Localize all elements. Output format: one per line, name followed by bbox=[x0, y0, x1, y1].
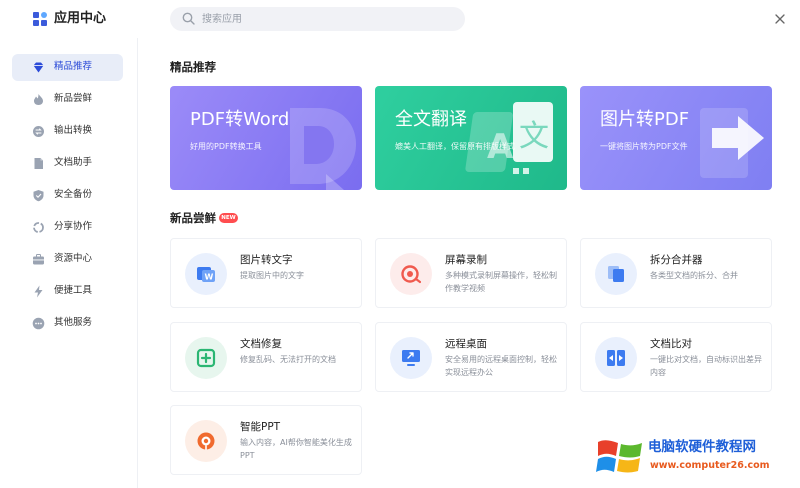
card-split-merge[interactable]: 拆分合并器 各类型文档的拆分、合并 bbox=[580, 238, 772, 308]
banner-full-translation[interactable]: A 文 全文翻译 媲美人工翻译，保留原有排版样式 bbox=[375, 86, 567, 190]
ppt-icon bbox=[185, 420, 227, 462]
watermark-text: 电脑软硬件教程网 bbox=[648, 439, 756, 455]
split-merge-icon bbox=[595, 253, 637, 295]
svg-text:W: W bbox=[205, 273, 214, 282]
search-icon bbox=[182, 12, 195, 25]
card-remote-desktop[interactable]: 远程桌面 安全易用的远程桌面控制，轻松实现远程办公 bbox=[375, 322, 567, 392]
banner-title: PDF转Word bbox=[190, 109, 290, 130]
sidebar-item-label: 精品推荐 bbox=[54, 61, 93, 72]
card-doc-repair[interactable]: 文档修复 修复乱码、无法打开的文档 bbox=[170, 322, 362, 392]
briefcase-icon bbox=[33, 254, 44, 265]
app-logo-icon bbox=[33, 12, 48, 27]
search-input[interactable] bbox=[202, 10, 452, 28]
repair-icon bbox=[185, 337, 227, 379]
sidebar-item-backup[interactable]: 安全备份 bbox=[12, 182, 123, 209]
pdf-to-word-art-icon bbox=[290, 108, 356, 190]
banner-subtitle: 媲美人工翻译，保留原有排版样式 bbox=[395, 142, 515, 151]
record-icon bbox=[390, 253, 432, 295]
share-icon bbox=[33, 222, 44, 233]
remote-desktop-icon bbox=[390, 337, 432, 379]
diamond-icon bbox=[33, 62, 44, 73]
sidebar-item-label: 安全备份 bbox=[54, 189, 93, 200]
sidebar-item-featured[interactable]: 精品推荐 bbox=[12, 54, 123, 81]
card-desc: 安全易用的远程桌面控制，轻松实现远程办公 bbox=[445, 355, 557, 377]
compare-icon bbox=[595, 337, 637, 379]
app-header: 应用中心 bbox=[0, 0, 800, 38]
sidebar-item-other[interactable]: 其他服务 bbox=[12, 310, 123, 337]
more-icon bbox=[32, 317, 45, 330]
section-title-new: 新品尝鲜 bbox=[170, 211, 216, 225]
sidebar-item-label: 输出转换 bbox=[54, 125, 93, 136]
sidebar: 精品推荐 新品尝鲜 输出转换 文档助手 安全备份 分享协作 资源中心 便捷工具 … bbox=[0, 38, 138, 488]
flame-icon bbox=[34, 94, 43, 105]
card-desc: 修复乱码、无法打开的文档 bbox=[240, 355, 336, 364]
card-title: 文档修复 bbox=[240, 338, 282, 350]
sidebar-item-label: 便捷工具 bbox=[54, 285, 93, 296]
sidebar-item-share[interactable]: 分享协作 bbox=[12, 214, 123, 241]
image-text-icon: W bbox=[185, 253, 227, 295]
card-title: 屏幕录制 bbox=[445, 254, 487, 266]
banner-title: 图片转PDF bbox=[600, 109, 690, 130]
card-desc: 提取图片中的文字 bbox=[240, 271, 304, 280]
sidebar-item-doc-assistant[interactable]: 文档助手 bbox=[12, 150, 123, 177]
sidebar-item-label: 文档助手 bbox=[54, 157, 93, 168]
card-title: 文档比对 bbox=[650, 338, 692, 350]
lightning-icon bbox=[34, 285, 43, 298]
watermark-url: www.computer26.com bbox=[650, 460, 770, 471]
document-icon bbox=[34, 158, 43, 169]
sidebar-item-label: 分享协作 bbox=[54, 221, 93, 232]
section-title-featured: 精品推荐 bbox=[170, 60, 216, 74]
arrow-right-art-icon bbox=[700, 108, 764, 178]
sidebar-item-label: 新品尝鲜 bbox=[54, 93, 93, 104]
card-desc: 一键比对文档，自动标识出差异内容 bbox=[650, 355, 762, 377]
banner-pdf-to-word[interactable]: PDF转Word 好用的PDF转换工具 bbox=[170, 86, 362, 190]
card-image-to-text[interactable]: W 图片转文字 提取图片中的文字 bbox=[170, 238, 362, 308]
new-badge: NEW bbox=[219, 213, 238, 223]
card-desc: 各类型文档的拆分、合并 bbox=[650, 271, 738, 280]
card-title: 拆分合并器 bbox=[650, 254, 703, 266]
banner-subtitle: 一键将图片转为PDF文件 bbox=[600, 142, 688, 151]
translate-art-icon: A 文 bbox=[465, 102, 553, 174]
banner-image-to-pdf[interactable]: 图片转PDF 一键将图片转为PDF文件 bbox=[580, 86, 772, 190]
sidebar-item-label: 资源中心 bbox=[54, 253, 93, 264]
shield-icon bbox=[33, 190, 44, 202]
card-smart-ppt[interactable]: 智能PPT 输入内容，AI帮你智能美化生成PPT bbox=[170, 405, 362, 475]
windows-logo-icon bbox=[596, 440, 642, 473]
app-title: 应用中心 bbox=[54, 11, 107, 26]
convert-icon bbox=[33, 126, 44, 137]
sidebar-item-tools[interactable]: 便捷工具 bbox=[12, 278, 123, 305]
sidebar-item-new[interactable]: 新品尝鲜 bbox=[12, 86, 123, 113]
banner-title: 全文翻译 bbox=[395, 109, 467, 130]
sidebar-item-label: 其他服务 bbox=[54, 317, 93, 328]
banner-subtitle: 好用的PDF转换工具 bbox=[190, 142, 262, 151]
sidebar-item-convert[interactable]: 输出转换 bbox=[12, 118, 123, 145]
sidebar-item-resources[interactable]: 资源中心 bbox=[12, 246, 123, 273]
card-title: 智能PPT bbox=[240, 421, 281, 433]
card-title: 图片转文字 bbox=[240, 254, 293, 266]
card-doc-compare[interactable]: 文档比对 一键比对文档，自动标识出差异内容 bbox=[580, 322, 772, 392]
card-desc: 多种模式录制屏幕操作，轻松制作教学视频 bbox=[445, 271, 557, 293]
svg-text:文: 文 bbox=[519, 119, 549, 154]
card-title: 远程桌面 bbox=[445, 338, 487, 350]
close-icon[interactable] bbox=[773, 12, 787, 26]
card-desc: 输入内容，AI帮你智能美化生成PPT bbox=[240, 438, 352, 460]
card-screen-record[interactable]: 屏幕录制 多种模式录制屏幕操作，轻松制作教学视频 bbox=[375, 238, 567, 308]
